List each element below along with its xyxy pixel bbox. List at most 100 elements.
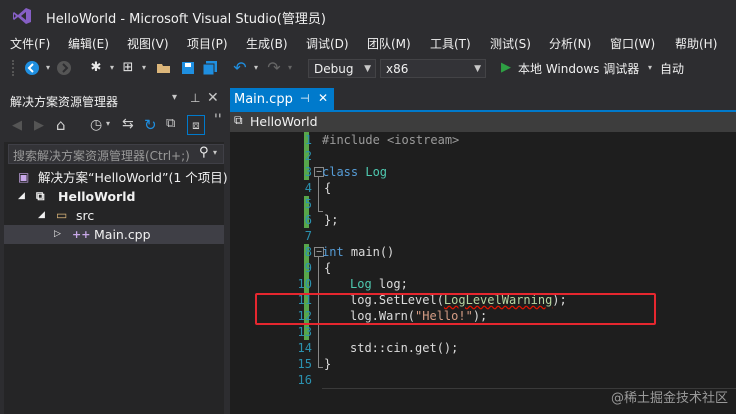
code-token: int <box>322 245 344 259</box>
new-project-dropdown-icon[interactable]: ▾ <box>104 60 120 76</box>
tree-item-label: HelloWorld <box>58 189 136 204</box>
menu-file[interactable]: 文件(F) <box>10 35 50 52</box>
tree-item-src-folder[interactable]: ◢ ▭ src <box>4 206 224 225</box>
expanded-arrow-icon[interactable]: ◢ <box>18 187 25 206</box>
new-project-icon[interactable]: ✱ <box>88 60 104 76</box>
menu-team[interactable]: 团队(M) <box>367 35 411 52</box>
show-all-files-icon[interactable]: ⧈ <box>187 115 205 135</box>
search-options-icon[interactable]: ▾ <box>213 148 217 157</box>
window-title: HelloWorld - Microsoft Visual Studio(管理员… <box>46 12 326 27</box>
platform-select[interactable]: x86 ▼ <box>380 59 486 78</box>
save-icon[interactable] <box>180 60 196 76</box>
menu-tools[interactable]: 工具(T) <box>430 35 471 52</box>
code-line-8: int main() <box>322 245 394 259</box>
back-dropdown-icon[interactable]: ▾ <box>40 60 56 76</box>
add-item-icon[interactable]: ⊞ <box>120 60 136 76</box>
tree-item-label: src <box>76 208 95 223</box>
platform-value: x86 <box>386 62 409 76</box>
title-bar: HelloWorld - Microsoft Visual Studio(管理员… <box>0 0 736 32</box>
start-debug-icon[interactable]: ▶ <box>498 60 514 76</box>
outline-line <box>318 367 323 368</box>
pending-changes-icon[interactable]: ◷ <box>90 117 102 133</box>
code-token: log; <box>378 277 408 291</box>
line-number: 1 <box>304 133 312 147</box>
home-icon[interactable]: ⌂ <box>56 116 66 134</box>
folder-icon: ▭ <box>56 208 68 222</box>
line-number: 7 <box>304 229 312 243</box>
refresh-icon[interactable]: ↻ <box>144 116 157 134</box>
line-number: 8 <box>304 245 312 259</box>
code-token: class <box>322 165 359 179</box>
chevron-down-icon[interactable]: ▾ <box>106 119 110 128</box>
menu-view[interactable]: 视图(V) <box>127 35 169 52</box>
menu-project[interactable]: 项目(P) <box>187 35 228 52</box>
tree-item-project[interactable]: ◢ ⧉ HelloWorld <box>4 187 224 206</box>
more-icon[interactable]: '' <box>214 112 222 128</box>
open-file-icon[interactable] <box>156 60 172 76</box>
window-position-icon[interactable]: ▾ <box>172 92 177 103</box>
solution-explorer-title: 解决方案资源管理器 <box>10 95 119 109</box>
line-number: 5 <box>304 197 312 211</box>
menu-build[interactable]: 生成(B) <box>246 35 288 52</box>
tree-item-solution[interactable]: ▣ 解决方案“HelloWorld”(1 个项目) <box>4 168 228 187</box>
navigation-project-label: HelloWorld <box>250 114 318 129</box>
menu-edit[interactable]: 编辑(E) <box>68 35 109 52</box>
back-icon[interactable] <box>24 60 40 76</box>
pin-icon[interactable]: ⊥ <box>190 91 200 105</box>
menu-test[interactable]: 测试(S) <box>490 35 531 52</box>
add-item-dropdown-icon[interactable]: ▾ <box>136 60 152 76</box>
tab-main-cpp[interactable]: Main.cpp ⊣ ✕ <box>230 88 334 112</box>
back-icon[interactable]: ◀ <box>12 118 22 133</box>
save-all-icon[interactable] <box>202 60 218 76</box>
redo-dropdown-icon[interactable]: ▾ <box>282 60 298 76</box>
menu-debug[interactable]: 调试(D) <box>306 35 349 52</box>
code-line-1: #include <iostream> <box>322 133 460 147</box>
search-placeholder: 搜索解决方案资源管理器(Ctrl+;) <box>13 149 190 163</box>
code-token: Log <box>365 165 388 179</box>
expanded-arrow-icon[interactable]: ◢ <box>38 206 45 225</box>
solution-explorer-toolbar: ◀ ▶ ⌂ ◷ ▾ ⇆ ↻ ⧉ ⧈ '' <box>4 112 224 142</box>
line-number: 3 <box>304 165 312 179</box>
debugger-dropdown-icon[interactable]: ▾ <box>642 60 658 76</box>
code-line-4: { <box>324 181 332 195</box>
start-debugger-button[interactable]: 本地 Windows 调试器 <box>518 60 639 77</box>
menu-bar: 文件(F) 编辑(E) 视图(V) 项目(P) 生成(B) 调试(D) 团队(M… <box>0 32 736 54</box>
solution-explorer-header: 解决方案资源管理器 ▾ ⊥ ✕ <box>4 88 224 112</box>
configuration-select[interactable]: Debug ▼ <box>308 59 376 78</box>
code-editor[interactable]: 1 2 3 4 5 6 7 8 9 10 11 12 13 14 15 16 −… <box>230 132 736 414</box>
close-icon[interactable]: ✕ <box>207 90 219 106</box>
tab-label: Main.cpp <box>234 92 293 107</box>
line-number: 15 <box>297 357 312 371</box>
code-line-15: } <box>324 357 332 371</box>
chevron-down-icon: ▼ <box>474 64 481 74</box>
outline-line <box>318 211 323 212</box>
auto-select[interactable]: 自动 <box>660 60 684 77</box>
close-icon[interactable]: ✕ <box>318 91 328 105</box>
search-icon[interactable]: ⚲ <box>199 145 209 160</box>
forward-icon[interactable] <box>56 60 72 76</box>
sync-icon[interactable]: ⇆ <box>122 116 134 132</box>
project-icon: ⧉ <box>234 113 243 127</box>
highlight-box <box>255 293 656 325</box>
collapse-all-icon[interactable]: ⧉ <box>166 116 175 131</box>
menu-help[interactable]: 帮助(H) <box>675 35 717 52</box>
solution-search-input[interactable]: 搜索解决方案资源管理器(Ctrl+;) ⚲ ▾ <box>8 144 224 164</box>
tree-item-main-cpp[interactable]: ▷ ++ Main.cpp <box>4 225 224 244</box>
pin-icon[interactable]: ⊣ <box>300 92 310 105</box>
undo-dropdown-icon[interactable]: ▾ <box>248 60 264 76</box>
code-line-9: { <box>324 261 332 275</box>
chevron-down-icon: ▼ <box>364 64 371 74</box>
tree-item-label: 解决方案“HelloWorld”(1 个项目) <box>38 170 228 185</box>
toolbar-grip <box>12 60 17 76</box>
line-number: 2 <box>304 149 312 163</box>
outline-line <box>318 177 319 211</box>
undo-icon[interactable]: ↶ <box>232 60 248 76</box>
code-line-6: }; <box>324 213 339 227</box>
menu-window[interactable]: 窗口(W) <box>610 35 655 52</box>
menu-analyze[interactable]: 分析(N) <box>549 35 591 52</box>
collapsed-arrow-icon[interactable]: ▷ <box>54 225 61 244</box>
navigation-bar[interactable]: ⧉ HelloWorld <box>230 112 736 132</box>
redo-icon[interactable]: ↷ <box>266 60 282 76</box>
forward-icon[interactable]: ▶ <box>34 118 44 133</box>
solution-explorer-panel: 解决方案资源管理器 ▾ ⊥ ✕ ◀ ▶ ⌂ ◷ ▾ ⇆ ↻ ⧉ ⧈ '' 搜索解… <box>4 88 228 414</box>
